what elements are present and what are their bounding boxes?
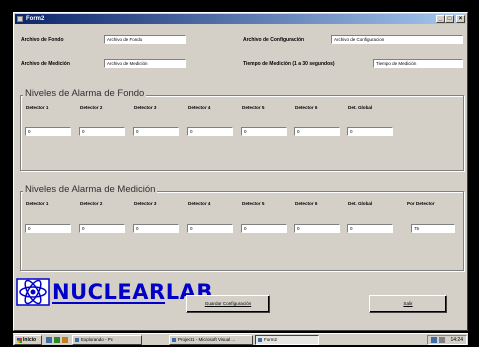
fondo-detector-2-input[interactable]: 0 xyxy=(79,127,125,136)
archivo-medicion-label: Archivo de Medición xyxy=(21,61,70,67)
fondo-detector-3-input[interactable]: 0 xyxy=(133,127,179,136)
medicion-detector-1-input[interactable]: 0 xyxy=(25,224,71,233)
fondo-detector-6-input[interactable]: 0 xyxy=(294,127,340,136)
medicion-detector-5-input[interactable]: 0 xyxy=(241,224,287,233)
archivo-fondo-label: Archivo de Fondo xyxy=(21,37,64,43)
atom-icon xyxy=(16,278,50,306)
task-project1-label: Project1 - Microsoft Visual ... xyxy=(178,337,236,342)
tiempo-medicion-input[interactable]: Tiempo de Medición xyxy=(373,59,463,68)
medicion-detector-4-input[interactable]: 0 xyxy=(187,224,233,233)
window-title: Form2 xyxy=(26,16,45,22)
minimize-icon: _ xyxy=(438,16,443,22)
logo-underline xyxy=(52,302,165,304)
fondo-col-1: Detector 1 xyxy=(26,105,49,110)
archivo-configuracion-label: Archivo de Configuración xyxy=(243,37,305,43)
fondo-col-4: Detector 4 xyxy=(188,105,211,110)
fondo-col-5: Detector 5 xyxy=(242,105,265,110)
tray-volume-icon[interactable] xyxy=(439,337,445,343)
medicion-global-input[interactable]: 0 xyxy=(347,224,393,233)
salir-label: Salir xyxy=(403,301,413,306)
visual-basic-icon xyxy=(172,338,176,342)
title-bar[interactable]: Form2 _ □ × xyxy=(15,14,466,24)
task-form2[interactable]: Form2 xyxy=(255,335,319,345)
form2-window: Form2 _ □ × Archivo de Fondo Archivo de … xyxy=(13,12,468,331)
medicion-col-2: Detector 2 xyxy=(80,201,103,206)
medicion-col-1: Detector 1 xyxy=(26,201,49,206)
maximize-icon: □ xyxy=(447,16,452,22)
medicion-col-3: Detector 3 xyxy=(134,201,157,206)
maximize-button[interactable]: □ xyxy=(445,15,454,23)
medicion-por-detector-input[interactable]: 75 xyxy=(411,224,455,233)
start-label: Inicio xyxy=(23,337,37,343)
nuclearlab-logo: NUCLEARLAB xyxy=(14,278,212,308)
medicion-col-global: Det. Global xyxy=(348,201,373,206)
quicklaunch-browser-icon[interactable] xyxy=(54,337,60,343)
fondo-global-input[interactable]: 0 xyxy=(347,127,393,136)
app-icon xyxy=(17,16,23,22)
folder-icon xyxy=(75,338,79,342)
archivo-configuracion-input[interactable]: Archivo de Configuracion xyxy=(331,35,463,44)
fondo-col-global: Det. Global xyxy=(348,105,373,110)
archivo-medicion-input[interactable]: Archivo de Medición xyxy=(104,59,186,68)
medicion-detector-2-input[interactable]: 0 xyxy=(79,224,125,233)
start-button[interactable]: Inicio xyxy=(14,335,42,345)
taskbar: Inicio Explorando - Pc Project1 - Micros… xyxy=(13,333,468,345)
medicion-col-por-detector: Por Detector xyxy=(407,201,435,206)
close-icon: × xyxy=(458,16,463,22)
quicklaunch-folder-icon[interactable] xyxy=(62,337,68,343)
fondo-detector-4-input[interactable]: 0 xyxy=(187,127,233,136)
clock[interactable]: 14:24 xyxy=(450,337,463,343)
medicion-col-6: Detector 6 xyxy=(295,201,318,206)
fondo-col-2: Detector 2 xyxy=(80,105,103,110)
fondo-col-3: Detector 3 xyxy=(134,105,157,110)
salir-button[interactable]: Salir xyxy=(369,295,447,313)
medicion-detector-3-input[interactable]: 0 xyxy=(133,224,179,233)
fondo-col-6: Detector 6 xyxy=(295,105,318,110)
task-form2-label: Form2 xyxy=(264,337,278,342)
close-button[interactable]: × xyxy=(456,15,465,23)
minimize-button[interactable]: _ xyxy=(436,15,445,23)
archivo-fondo-input[interactable]: Archivo de Fondo xyxy=(104,35,186,44)
guardar-configuracion-label: Guardar Configuración xyxy=(204,301,252,306)
windows-flag-icon xyxy=(17,338,22,343)
medicion-col-5: Detector 5 xyxy=(242,201,265,206)
task-explorando-label: Explorando - Pc xyxy=(81,337,114,342)
system-tray: 14:24 xyxy=(427,335,467,345)
medicion-detector-6-input[interactable]: 0 xyxy=(294,224,340,233)
tray-network-icon[interactable] xyxy=(431,337,437,343)
fondo-detector-1-input[interactable]: 0 xyxy=(25,127,71,136)
guardar-configuracion-button[interactable]: Guardar Configuración xyxy=(186,295,270,313)
task-explorando[interactable]: Explorando - Pc xyxy=(72,335,142,345)
medicion-col-4: Detector 4 xyxy=(188,201,211,206)
medicion-frame-title: Niveles de Alarma de Medición xyxy=(23,184,158,195)
fondo-frame-title: Niveles de Alarma de Fondo xyxy=(23,88,147,99)
quicklaunch-desktop-icon[interactable] xyxy=(46,337,52,343)
fondo-detector-5-input[interactable]: 0 xyxy=(241,127,287,136)
form-icon xyxy=(258,338,262,342)
task-project1[interactable]: Project1 - Microsoft Visual ... xyxy=(169,335,253,345)
tiempo-medicion-label: Tiempo de Medición (1 a 30 segundos) xyxy=(243,61,335,67)
